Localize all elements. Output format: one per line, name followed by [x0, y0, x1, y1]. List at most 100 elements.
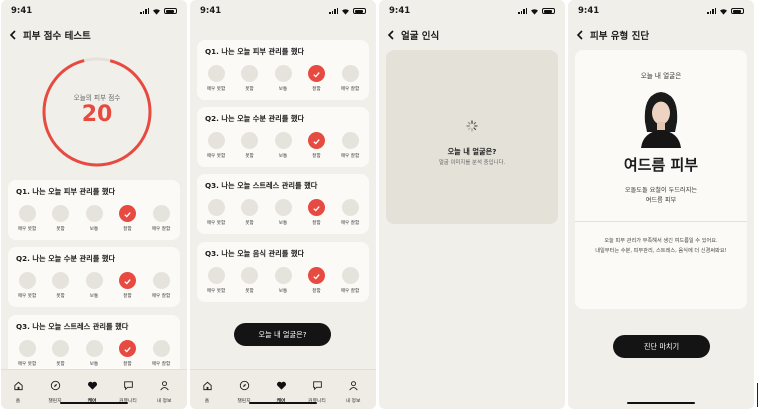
answer-radio[interactable] — [341, 267, 359, 284]
back-arrow-icon[interactable] — [576, 30, 584, 40]
answer-radio[interactable] — [241, 65, 258, 82]
answer-radio[interactable] — [241, 132, 258, 149]
page-title: 피부 점수 테스트 — [23, 31, 91, 42]
tab-compass[interactable]: 챌린지 — [40, 376, 70, 404]
answer-radio-selected[interactable] — [308, 132, 325, 149]
answer-radio[interactable] — [207, 267, 225, 284]
answer-option[interactable]: 보통 — [78, 340, 110, 367]
back-arrow-icon[interactable] — [387, 30, 395, 40]
check-icon — [312, 64, 321, 83]
answer-radio[interactable] — [207, 132, 225, 149]
tab-chat[interactable]: 커뮤니티 — [113, 376, 143, 404]
tab-compass[interactable]: 챌린지 — [229, 376, 259, 404]
tab-heart[interactable]: 케어 — [77, 376, 107, 404]
answer-radio[interactable] — [274, 65, 292, 82]
check-icon — [123, 271, 132, 290]
answer-option[interactable]: 매우 잘함 — [145, 340, 177, 367]
answer-option[interactable]: 매우 못함 — [11, 205, 43, 232]
answer-radio[interactable] — [52, 340, 69, 357]
answer-option[interactable]: 매우 잘함 — [145, 272, 177, 299]
answer-radio[interactable] — [152, 272, 170, 289]
tab-user[interactable]: 내 정보 — [149, 376, 179, 404]
answer-options: 매우 못함 못함 보통 잘함 매우 잘함 — [11, 340, 177, 367]
answer-option[interactable]: 보통 — [267, 267, 299, 294]
page-title: 얼굴 인식 — [401, 31, 440, 42]
answer-option[interactable]: 잘함 — [301, 267, 333, 294]
answer-option[interactable]: 못함 — [234, 65, 266, 92]
answer-option[interactable]: 매우 잘함 — [334, 132, 366, 159]
answer-option[interactable]: 매우 잘함 — [145, 205, 177, 232]
answer-label: 잘함 — [312, 221, 321, 226]
answer-option[interactable]: 매우 못함 — [200, 199, 232, 226]
answer-option[interactable]: 잘함 — [112, 272, 144, 299]
answer-option[interactable]: 못함 — [234, 132, 266, 159]
answer-radio-selected[interactable] — [308, 199, 325, 216]
status-icons — [140, 8, 177, 15]
answer-radio[interactable] — [52, 272, 69, 289]
answer-radio-selected[interactable] — [119, 272, 136, 289]
answer-option[interactable]: 보통 — [267, 65, 299, 92]
finish-diagnosis-button[interactable]: 진단 마치기 — [613, 335, 710, 358]
answer-radio[interactable] — [18, 205, 36, 222]
answer-option[interactable]: 잘함 — [112, 205, 144, 232]
answer-radio[interactable] — [85, 205, 103, 222]
answer-radio[interactable] — [207, 65, 225, 82]
check-face-button[interactable]: 오늘 내 얼굴은? — [234, 323, 331, 346]
answer-radio[interactable] — [341, 65, 359, 82]
answer-radio[interactable] — [274, 132, 292, 149]
answer-radio-selected[interactable] — [308, 267, 325, 284]
answer-option[interactable]: 못함 — [234, 199, 266, 226]
answer-label: 매우 못함 — [206, 221, 226, 226]
answer-option[interactable]: 매우 못함 — [200, 267, 232, 294]
answer-radio-selected[interactable] — [119, 205, 136, 222]
tab-home[interactable]: 홈 — [192, 376, 222, 404]
answer-radio-selected[interactable] — [308, 65, 325, 82]
answer-radio[interactable] — [341, 199, 359, 216]
answer-option[interactable]: 잘함 — [301, 132, 333, 159]
screen-skin-score-test: 9:41 피부 점수 테스트 오늘의 피부 점수 20 Q1. 나는 오늘 피부… — [1, 0, 187, 409]
answer-option[interactable]: 잘함 — [112, 340, 144, 367]
answer-radio[interactable] — [18, 272, 36, 289]
answer-radio[interactable] — [274, 267, 292, 284]
answer-option[interactable]: 못함 — [45, 205, 77, 232]
answer-radio[interactable] — [52, 205, 69, 222]
answer-option[interactable]: 매우 잘함 — [334, 199, 366, 226]
answer-radio[interactable] — [85, 340, 103, 357]
answer-radio[interactable] — [341, 132, 359, 149]
answer-radio[interactable] — [152, 205, 170, 222]
answer-option[interactable]: 보통 — [78, 272, 110, 299]
answer-option[interactable]: 매우 잘함 — [334, 65, 366, 92]
answer-radio[interactable] — [241, 199, 258, 216]
header: 피부 점수 테스트 — [9, 28, 91, 42]
tab-home[interactable]: 홈 — [3, 376, 33, 404]
answer-option[interactable]: 매우 못함 — [11, 340, 43, 367]
answer-radio[interactable] — [85, 272, 103, 289]
tab-chat[interactable]: 커뮤니티 — [302, 376, 332, 404]
back-arrow-icon[interactable] — [9, 30, 17, 40]
answer-option[interactable]: 잘함 — [301, 199, 333, 226]
chat-icon — [123, 376, 134, 395]
answer-option[interactable]: 매우 잘함 — [334, 267, 366, 294]
answer-radio[interactable] — [241, 267, 258, 284]
answer-option[interactable]: 매우 못함 — [11, 272, 43, 299]
answer-option[interactable]: 못함 — [234, 267, 266, 294]
answer-option[interactable]: 못함 — [45, 340, 77, 367]
tab-user[interactable]: 내 정보 — [338, 376, 368, 404]
answer-radio[interactable] — [274, 199, 292, 216]
answer-radio[interactable] — [152, 340, 170, 357]
answer-option[interactable]: 보통 — [78, 205, 110, 232]
answer-option[interactable]: 매우 못함 — [200, 65, 232, 92]
tab-heart[interactable]: 케어 — [266, 376, 296, 404]
answer-radio[interactable] — [18, 340, 36, 357]
answer-option[interactable]: 매우 못함 — [200, 132, 232, 159]
answer-option[interactable]: 보통 — [267, 199, 299, 226]
answer-radio[interactable] — [207, 199, 225, 216]
answer-label: 매우 못함 — [17, 227, 37, 232]
answer-option[interactable]: 잘함 — [301, 65, 333, 92]
home-icon — [202, 376, 213, 395]
answer-option[interactable]: 보통 — [267, 132, 299, 159]
answer-radio-selected[interactable] — [119, 340, 136, 357]
answer-option[interactable]: 못함 — [45, 272, 77, 299]
screen-questions: 9:41 Q1. 나는 오늘 피부 관리를 했다 매우 못함 못함 보통 잘함 매우 잘함… — [190, 0, 376, 409]
answer-label: 매우 못함 — [17, 294, 37, 299]
